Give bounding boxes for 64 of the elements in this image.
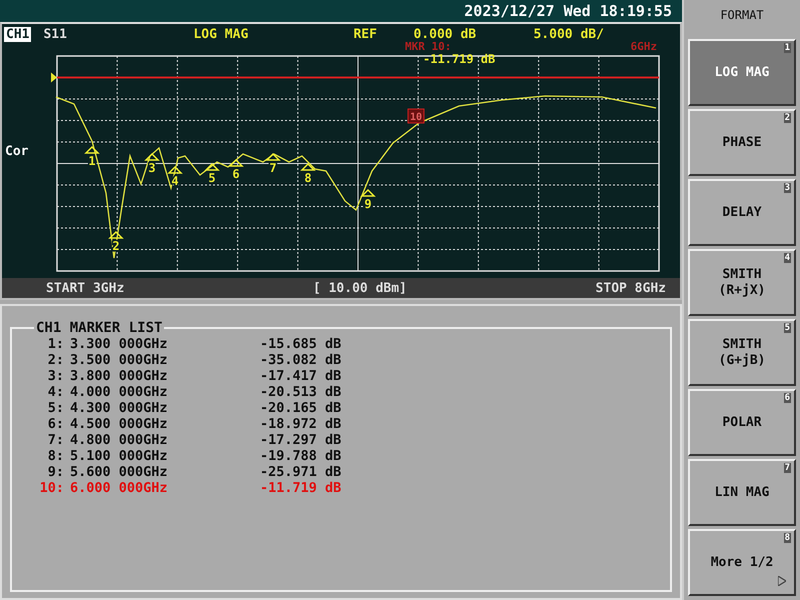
- marker-list-title: CH1 MARKER LIST: [35, 320, 164, 336]
- key-number: 8: [784, 533, 791, 543]
- key-number: 1: [784, 43, 791, 53]
- marker-frequency: 3.500 000GHz: [70, 352, 169, 368]
- marker-index: 1:: [46, 336, 65, 352]
- marker-value: -17.297 dB: [260, 432, 342, 448]
- softkey[interactable]: SMITH (R+jX) 4: [688, 249, 796, 316]
- marker-value: -35.082 dB: [260, 352, 342, 368]
- key-number: 6: [784, 393, 791, 403]
- format-label: LOG MAG: [193, 26, 250, 42]
- marker-index: 4:: [46, 384, 65, 400]
- date-time: 2023/12/27 Wed 18:19:55: [464, 2, 672, 20]
- softkey[interactable]: PHASE 2: [688, 109, 796, 176]
- softkey[interactable]: More 1/2 8: [688, 529, 796, 596]
- marker-index: 2:: [46, 352, 65, 368]
- marker-frequency: 5.100 000GHz: [70, 448, 169, 464]
- marker-frequency: 4.800 000GHz: [70, 432, 169, 448]
- start-frequency: START 3GHz: [46, 280, 124, 296]
- marker-value: -20.165 dB: [260, 400, 342, 416]
- softkey[interactable]: LIN MAG 7: [688, 459, 796, 526]
- softkey[interactable]: LOG MAG 1: [688, 39, 796, 106]
- key-number: 4: [784, 253, 791, 263]
- correction-label: Cor: [5, 144, 28, 158]
- marker-value: -20.513 dB: [260, 384, 342, 400]
- marker-frequency: 3.800 000GHz: [70, 368, 169, 384]
- marker-index: 8:: [46, 448, 65, 464]
- scale-value: 5.000 dB/: [533, 26, 605, 42]
- marker-value: -15.685 dB: [260, 336, 342, 352]
- reference-pointer-icon: [51, 72, 57, 82]
- softkey[interactable]: DELAY 3: [688, 179, 796, 246]
- key-number: 3: [784, 183, 791, 193]
- marker-readout-value: -11.719 dB: [423, 52, 496, 66]
- marker-value: -11.719 dB: [260, 480, 342, 496]
- power-level: [ 10.00 dBm]: [312, 280, 407, 296]
- marker-index: 7:: [46, 432, 65, 448]
- key-number: 7: [784, 463, 791, 473]
- marker-value: -17.417 dB: [260, 368, 342, 384]
- marker: 10: [408, 108, 424, 124]
- marker-value: -18.972 dB: [260, 416, 342, 432]
- marker-index: 5:: [46, 400, 65, 416]
- parameter-label: S11: [43, 26, 68, 42]
- marker-frequency: 6.000 000GHz: [70, 480, 169, 496]
- softkey[interactable]: POLAR 6: [688, 389, 796, 456]
- key-number: 5: [784, 323, 791, 333]
- marker-value: -19.788 dB: [260, 448, 342, 464]
- marker-readout-label: MKR 10:: [405, 40, 452, 53]
- marker-index: 10:: [38, 480, 65, 496]
- ref-value: 0.000 dB: [413, 26, 478, 42]
- menu-title: FORMAT: [719, 7, 765, 24]
- softkey[interactable]: SMITH (G+jB) 5: [688, 319, 796, 386]
- marker-frequency: 4.000 000GHz: [70, 384, 169, 400]
- marker-frequency: 5.600 000GHz: [70, 464, 169, 480]
- marker-index: 3:: [46, 368, 65, 384]
- stop-frequency: STOP 8GHz: [596, 280, 666, 296]
- marker-index: 9:: [46, 464, 65, 480]
- marker-index: 6:: [46, 416, 65, 432]
- marker-frequency: 4.300 000GHz: [70, 400, 169, 416]
- ref-label: REF: [353, 26, 378, 42]
- marker-readout-frequency: 6GHz: [630, 40, 657, 53]
- marker-frequency: 4.500 000GHz: [70, 416, 169, 432]
- marker-frequency: 3.300 000GHz: [70, 336, 169, 352]
- key-number: 2: [784, 113, 791, 123]
- marker-value: -25.971 dB: [260, 464, 342, 480]
- channel-label: CH1: [4, 26, 32, 42]
